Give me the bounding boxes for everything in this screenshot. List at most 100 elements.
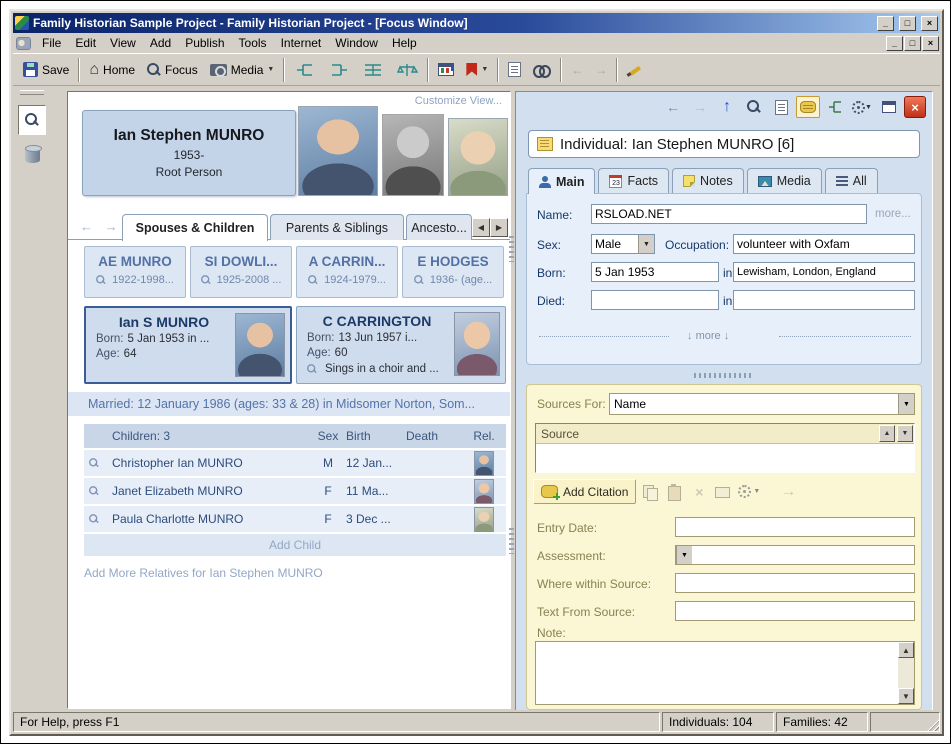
menu-view[interactable]: View [103, 34, 143, 53]
report-button[interactable] [502, 56, 527, 83]
entry-date-input[interactable] [675, 517, 915, 537]
nav-back-button[interactable]: ← [661, 96, 685, 118]
combine-citation-icon[interactable] [714, 484, 732, 500]
table-row[interactable]: Paula Charlotte MUNRO F 3 Dec ... [84, 504, 506, 532]
pane-splitter-grip[interactable] [509, 236, 514, 262]
tab-media[interactable]: Media [746, 168, 822, 193]
tree-view-button[interactable] [823, 96, 847, 118]
table-row[interactable]: Janet Elizabeth MUNRO F 11 Ma... [84, 476, 506, 504]
menu-file[interactable]: File [35, 34, 68, 53]
died-date-input[interactable] [591, 290, 719, 310]
property-box-close-button[interactable]: × [904, 96, 926, 118]
couple-box-ian-munro[interactable]: Ian S MUNRO Born: 5 Jan 1953 in ... Age: 6… [84, 306, 292, 384]
menu-help[interactable]: Help [385, 34, 424, 53]
options-button[interactable]: ▼ [850, 96, 874, 118]
tab-main[interactable]: Main [528, 168, 596, 194]
tab-facts[interactable]: 23 Facts [598, 168, 670, 193]
scroll-up-button[interactable]: ▲ [898, 642, 914, 658]
paste-citation-icon[interactable] [666, 483, 684, 501]
maximize-button[interactable]: □ [899, 15, 916, 31]
history-back-button[interactable]: ← [565, 56, 589, 83]
source-citation-list[interactable]: Source ▲ ▼ [535, 423, 915, 473]
text-from-source-input[interactable] [675, 601, 915, 621]
records-rail-button[interactable] [18, 139, 46, 169]
focus-button[interactable]: Focus [141, 56, 204, 83]
col-sex[interactable]: Sex [310, 429, 346, 443]
mdi-restore-button[interactable]: □ [904, 35, 921, 51]
died-place-input[interactable] [733, 290, 915, 310]
detach-window-button[interactable] [877, 96, 901, 118]
born-date-input[interactable] [591, 262, 719, 282]
col-rel[interactable]: Rel. [462, 429, 506, 443]
citation-options-button[interactable]: ▼ [738, 484, 760, 500]
relative-box-ae-munro[interactable]: AE MUNRO 1922-1998... [84, 246, 186, 298]
search-record-button[interactable] [742, 96, 766, 118]
all-relatives-button[interactable] [390, 56, 424, 83]
photo-boy-bw[interactable] [382, 114, 444, 196]
sources-for-select[interactable]: Name ▼ [609, 393, 915, 415]
relative-box-a-carrington[interactable]: A CARRIN... 1924-1979... [296, 246, 398, 298]
close-button[interactable]: × [921, 15, 938, 31]
dropdown-arrow-icon[interactable]: ▼ [898, 394, 914, 414]
root-person-box[interactable]: Ian Stephen MUNRO 1953- Root Person [82, 110, 296, 196]
couple-photo[interactable] [235, 313, 285, 377]
mdi-close-button[interactable]: × [922, 35, 939, 51]
record-window-button[interactable] [769, 96, 793, 118]
tab-spouses-children[interactable]: Spouses & Children [122, 214, 268, 241]
delete-citation-icon[interactable]: × [690, 484, 708, 500]
tab-nav-arrows-icon[interactable]: ← → [80, 219, 122, 234]
add-citation-button[interactable]: Add Citation [533, 479, 637, 504]
panel-splitter-grip[interactable] [694, 373, 754, 378]
move-up-button[interactable]: ▲ [879, 425, 895, 442]
descendants-diagram-button[interactable] [288, 56, 322, 83]
sign-button[interactable] [621, 56, 648, 83]
menu-edit[interactable]: Edit [68, 34, 103, 53]
diagram-window-button[interactable] [432, 56, 460, 83]
relative-box-e-hodges[interactable]: E HODGES 1936- (age... [402, 246, 504, 298]
note-scrollbar[interactable]: ▲ ▼ [898, 642, 914, 704]
dropdown-arrow-icon[interactable]: ▼ [676, 546, 692, 564]
pane-splitter-grip[interactable] [509, 528, 514, 554]
nav-forward-button[interactable]: → [688, 96, 712, 118]
photo-ian-munro[interactable] [298, 106, 378, 196]
couple-photo[interactable] [454, 312, 500, 376]
tab-parents-siblings[interactable]: Parents & Siblings [270, 214, 404, 240]
sources-pane-toggle-button[interactable] [796, 96, 820, 118]
history-forward-button[interactable]: → [589, 56, 613, 83]
media-button[interactable]: Media ▼ [204, 56, 281, 83]
menu-tools[interactable]: Tools [232, 34, 274, 53]
tab-scroll-left-button[interactable]: ◀ [472, 218, 490, 237]
minimize-button[interactable]: _ [877, 15, 894, 31]
relative-box-si-dowling[interactable]: SI DOWLI... 1925-2008 ... [190, 246, 292, 298]
name-input[interactable] [591, 204, 867, 224]
home-button[interactable]: ⌂ Home [83, 56, 141, 83]
mdi-minimize-button[interactable]: _ [886, 35, 903, 51]
move-down-button[interactable]: ▼ [897, 425, 913, 442]
table-row[interactable]: Christopher Ian MUNRO M 12 Jan... [84, 448, 506, 476]
col-birth[interactable]: Birth [346, 429, 406, 443]
occupation-input[interactable] [733, 234, 915, 254]
copy-citation-icon[interactable] [642, 484, 660, 501]
tab-all[interactable]: All [824, 168, 878, 193]
add-more-relatives-link[interactable]: Add More Relatives for Ian Stephen MUNRO [84, 566, 323, 580]
assessment-select[interactable]: ▼ [675, 545, 915, 565]
bookmark-button[interactable]: ▼ [460, 56, 494, 83]
marriage-summary[interactable]: Married: 12 January 1986 (ages: 33 & 28)… [68, 392, 510, 416]
photo-child[interactable] [448, 118, 508, 196]
rail-grip[interactable] [20, 90, 44, 95]
col-children[interactable]: Children: 3 [108, 429, 310, 443]
couple-box-c-carrington[interactable]: C CARRINGTON Born: 13 Jun 1957 i... Age: 6… [296, 306, 506, 384]
tab-notes[interactable]: Notes [672, 168, 744, 193]
focus-window-menu-icon[interactable] [16, 36, 31, 50]
resize-grip[interactable] [926, 718, 939, 731]
dropdown-arrow-icon[interactable]: ▼ [638, 235, 654, 253]
goto-source-icon[interactable]: → [780, 483, 796, 500]
note-textarea[interactable]: ▲ ▼ [535, 641, 915, 705]
ancestors-descendants-button[interactable] [356, 56, 390, 83]
tab-scroll-right-button[interactable]: ▶ [490, 218, 508, 237]
customize-view-link[interactable]: Customize View... [415, 95, 502, 107]
born-place-input[interactable] [733, 262, 915, 282]
scroll-down-button[interactable]: ▼ [898, 688, 914, 704]
name-more-link[interactable]: more... [875, 208, 911, 220]
col-death[interactable]: Death [406, 429, 462, 443]
